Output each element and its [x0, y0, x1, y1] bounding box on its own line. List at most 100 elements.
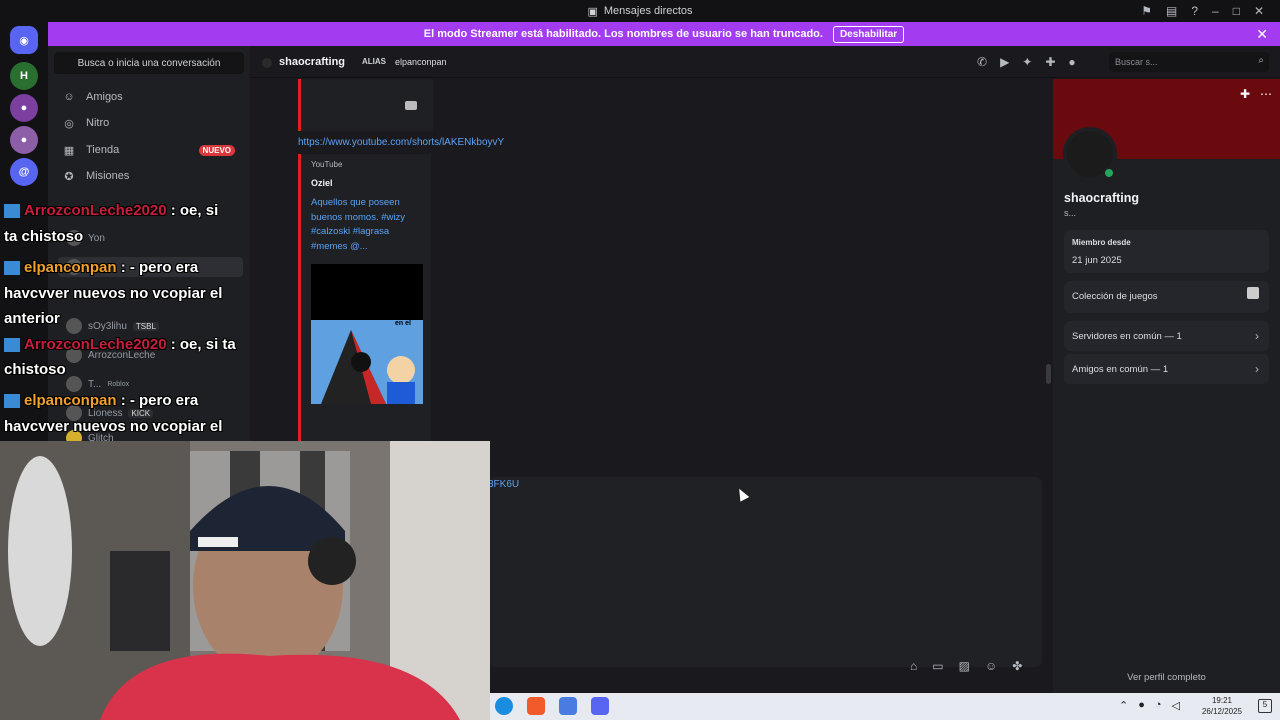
search-icon: ⌕	[1258, 55, 1264, 66]
chevron-up-icon[interactable]: ⌃	[1119, 699, 1128, 712]
dm-name: sOy3lihu	[88, 320, 127, 332]
notifications-icon[interactable]: 5	[1258, 699, 1272, 713]
overlay-text: havcvver nuevos no vcopiar el	[4, 285, 223, 302]
help-icon[interactable]: ?	[1191, 4, 1198, 18]
message-link[interactable]: 3FK6U	[488, 479, 519, 490]
close-window-button[interactable]: ✕	[1254, 4, 1264, 18]
clock-time: 19:21	[1211, 696, 1232, 705]
chat-username[interactable]: shaocrafting	[279, 56, 345, 68]
scrollbar[interactable]	[1046, 364, 1051, 384]
overlay-message: elpanconpan : - pero era	[4, 259, 198, 276]
mutual-friends-label: Amigos en común — 1	[1072, 364, 1169, 375]
platform-icon	[4, 338, 20, 353]
discord-taskbar-icon[interactable]	[591, 697, 609, 715]
alias-label: ALIAS	[362, 57, 386, 66]
sticker-icon[interactable]: ▨	[959, 659, 970, 673]
video-embed[interactable]	[298, 79, 433, 131]
inbox-icon[interactable]: ▤	[1166, 4, 1177, 18]
app-icon[interactable]	[559, 697, 577, 715]
mutual-servers[interactable]: Servidores en común — 1 ›	[1064, 321, 1269, 351]
chat-search-input[interactable]: Buscar s... ⌕	[1109, 52, 1269, 72]
clock[interactable]: 19:21 26/12/2025	[1202, 695, 1242, 717]
gift-icon[interactable]: ⌂	[910, 659, 917, 673]
dm-item[interactable]: T... Roblox	[58, 374, 243, 394]
discord-home-icon[interactable]: ◉	[10, 26, 38, 54]
overlay-text: : oe, si	[170, 202, 219, 219]
nav-quests[interactable]: ✪ Misiones	[58, 164, 243, 188]
server-icon[interactable]: ●	[10, 94, 38, 122]
add-friend-icon[interactable]: ✚	[1045, 55, 1055, 69]
window-title: Mensajes directos	[603, 5, 693, 17]
mention-server-icon[interactable]: @	[10, 158, 38, 186]
video-thumbnail[interactable]: en el	[311, 264, 423, 404]
member-since-date: 21 jun 2025	[1072, 255, 1122, 266]
nav-label: Nitro	[86, 117, 110, 129]
conversation-search[interactable]: Busca o inicia una conversación	[54, 52, 244, 74]
embed-author[interactable]: Oziel	[311, 178, 333, 188]
overlay-text: : - pero era	[120, 392, 199, 409]
dm-item[interactable]: sOy3lihu TSBL	[58, 316, 243, 336]
emoji-icon[interactable]: ☺	[985, 659, 997, 673]
overlay-text: ta chistoso	[4, 228, 84, 245]
more-icon[interactable]: ⋯	[1260, 87, 1272, 101]
dm-name: Yon	[88, 232, 105, 244]
wifi-icon[interactable]: ◔	[1155, 699, 1162, 712]
profile-name: shaocrafting	[1064, 191, 1140, 205]
youtube-icon	[405, 101, 417, 110]
maximize-button[interactable]: □	[1233, 4, 1240, 18]
overlay-message: ArrozconLeche2020 : oe, si	[4, 202, 218, 219]
apps-icon[interactable]: ✤	[1012, 659, 1022, 673]
overlay-nick: elpanconpan	[24, 392, 117, 409]
avatar	[66, 376, 82, 392]
profile-panel: ✚ ⋯ shaocrafting s... Miembro desde 21 j…	[1053, 79, 1280, 693]
view-full-profile[interactable]: Ver perfil completo	[1053, 672, 1280, 683]
minimize-button[interactable]: –	[1212, 4, 1219, 18]
add-friend-icon[interactable]: ✚	[1240, 87, 1250, 101]
mutual-servers-label: Servidores en común — 1	[1072, 331, 1182, 342]
overlay-nick: ArrozconLeche2020	[24, 202, 167, 219]
edge-icon[interactable]	[495, 697, 513, 715]
member-since-card: Miembro desde 21 jun 2025	[1064, 230, 1269, 273]
friends-icon: ☺	[63, 91, 75, 103]
streamer-mode-banner: El modo Streamer está habilitado. Los no…	[48, 22, 1280, 46]
nav-label: Amigos	[86, 91, 123, 103]
nav-nitro[interactable]: ◎ Nitro	[58, 111, 243, 135]
embed-description[interactable]: Aquellos que poseen buenos momos. #wizy …	[311, 196, 426, 254]
server-icon[interactable]: H	[10, 62, 38, 90]
call-icon[interactable]: ✆	[977, 55, 987, 69]
brave-icon[interactable]	[527, 697, 545, 715]
disable-streamer-button[interactable]: Deshabilitar	[832, 25, 905, 43]
dm-name: Lioness	[88, 407, 123, 419]
platform-icon	[4, 261, 20, 276]
new-badge: NUEVO	[198, 144, 235, 156]
video-icon[interactable]: ▶	[1000, 55, 1009, 69]
nav-shop[interactable]: ▦ Tienda NUEVO	[58, 138, 243, 162]
avatar	[262, 58, 272, 68]
platform-icon	[4, 204, 20, 219]
title-bar: ▣ Mensajes directos ⚑ ▤ ? – □ ✕	[0, 0, 1280, 22]
member-since-label: Miembro desde	[1072, 238, 1131, 247]
nitro-icon: ◎	[64, 117, 74, 130]
server-icon[interactable]: ●	[10, 126, 38, 154]
message-input-area[interactable]	[490, 477, 1042, 667]
dm-name: T...	[88, 378, 102, 390]
thumbnail-text: en el	[395, 320, 411, 327]
mutual-friends[interactable]: Amigos en común — 1 ›	[1064, 354, 1269, 384]
overlay-text: chistoso	[4, 361, 66, 378]
flag-icon[interactable]: ⚑	[1141, 4, 1152, 18]
tag-badge: TSBL	[132, 321, 159, 331]
chat-header: shaocrafting ALIAS elpanconpan ✆ ▶ ✦ ✚ ●…	[250, 46, 1280, 78]
overlay-nick: ArrozconLeche2020	[24, 336, 167, 353]
close-banner-icon[interactable]: ✕	[1256, 26, 1268, 43]
nav-friends[interactable]: ☺ Amigos	[58, 85, 243, 109]
pin-icon[interactable]: ✦	[1022, 55, 1032, 69]
gif-icon[interactable]: ▭	[932, 659, 943, 673]
microphone-icon[interactable]: ●	[1138, 699, 1145, 712]
volume-icon[interactable]: ◁	[1172, 699, 1180, 712]
overlay-message: elpanconpan : - pero era	[4, 392, 198, 409]
profile-toggle-icon[interactable]: ●	[1068, 55, 1075, 69]
games-collection[interactable]: Colección de juegos	[1064, 281, 1269, 313]
dm-item[interactable]: Yon	[58, 228, 243, 248]
message-link[interactable]: https://www.youtube.com/shorts/lAKENkboy…	[298, 137, 504, 148]
profile-subtitle: s...	[1064, 208, 1077, 218]
